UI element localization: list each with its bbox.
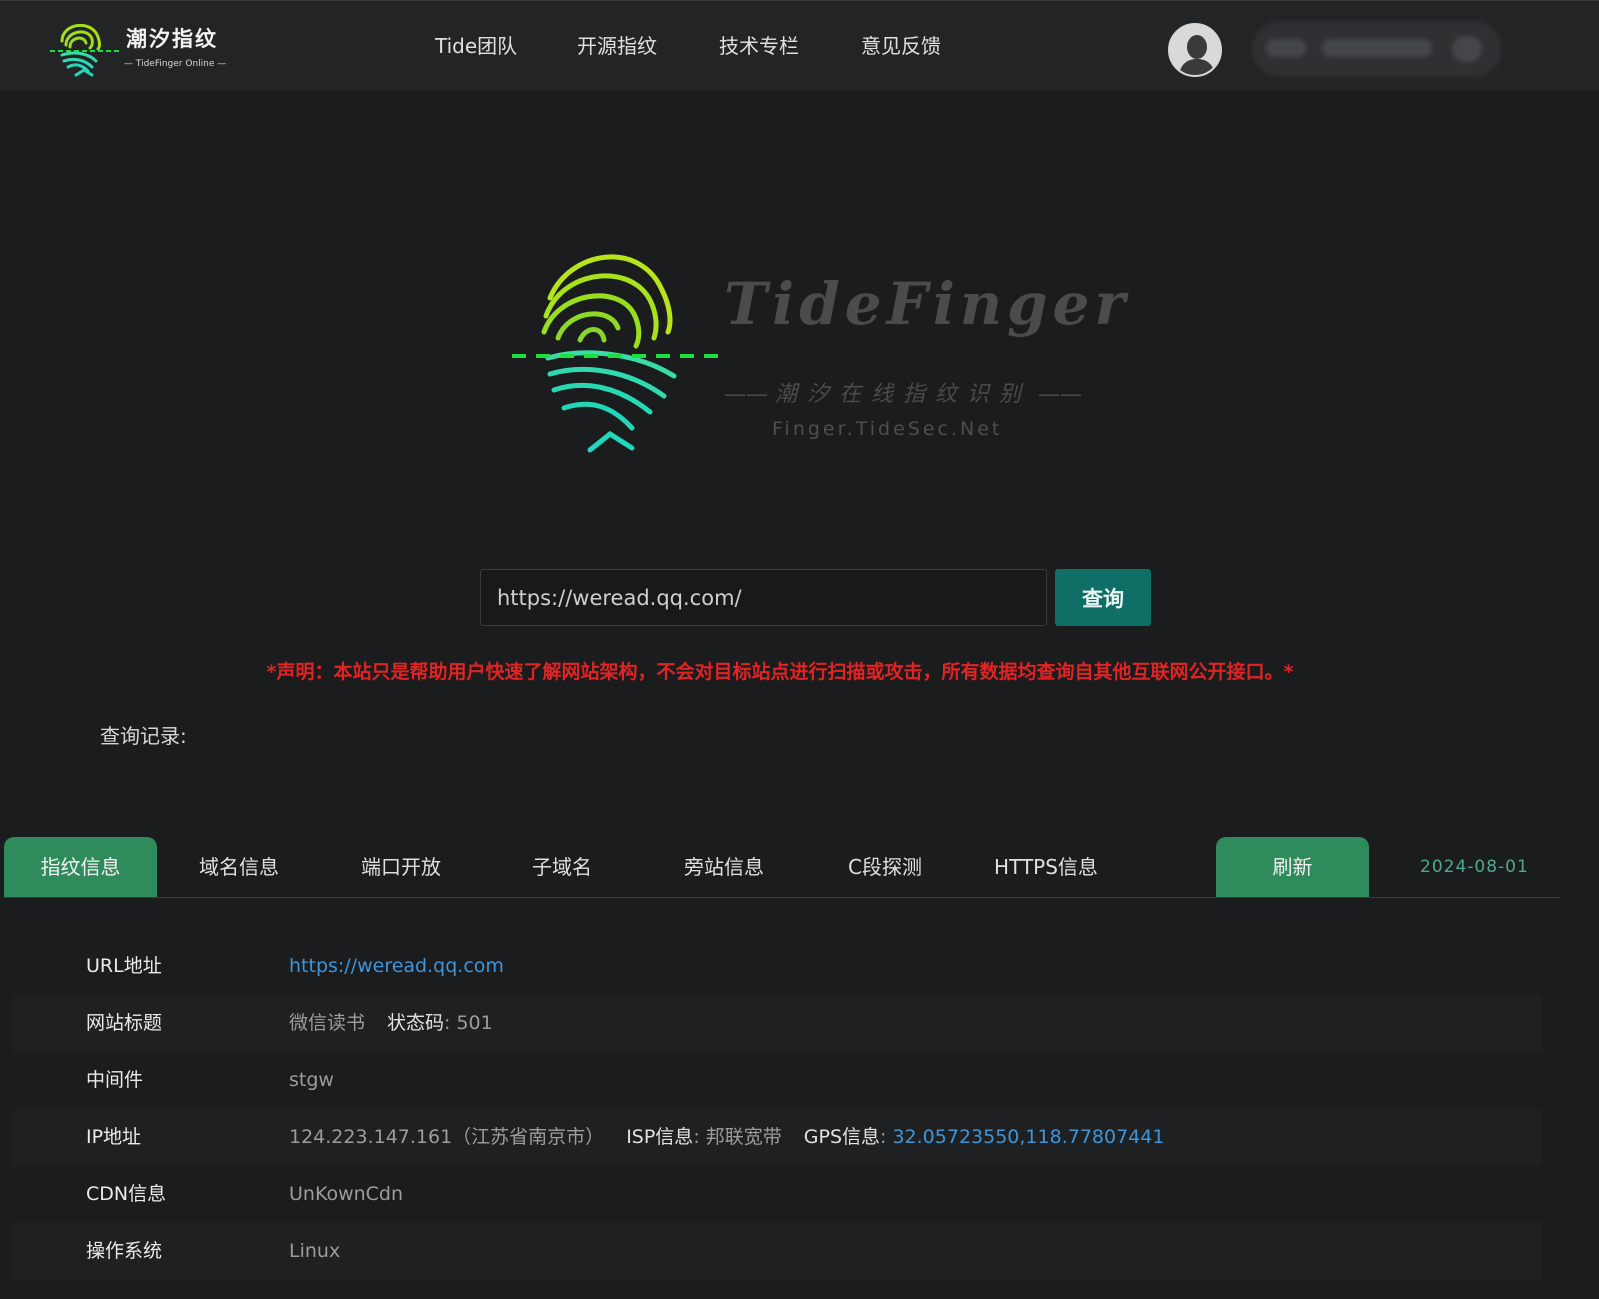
isp-value: : 邦联宽带 <box>693 1126 782 1148</box>
info-row-os: 操作系统 Linux <box>12 1223 1542 1280</box>
middleware-value: stgw <box>289 1069 334 1091</box>
info-label: 网站标题 <box>86 1012 163 1034</box>
query-button[interactable]: 查询 <box>1055 569 1151 626</box>
info-row-cdn: CDN信息 UnKownCdn <box>12 1166 1542 1223</box>
search-input[interactable] <box>480 569 1047 626</box>
top-navbar: 潮汐指纹 — TideFinger Online — Tide团队 开源指纹 技… <box>0 0 1599 91</box>
info-label: CDN信息 <box>86 1183 167 1205</box>
tab-side-sites[interactable]: 旁站信息 <box>649 837 799 897</box>
info-row-ip: IP地址 124.223.147.161（江苏省南京市） ISP信息: 邦联宽带 G… <box>12 1109 1542 1166</box>
info-label: IP地址 <box>86 1126 142 1148</box>
info-row-middleware: 中间件 stgw <box>12 1052 1542 1109</box>
hero-logo: TideFinger —— 潮汐在线指纹识别 —— Finger.TideSec… <box>510 240 1125 470</box>
status-code-value: : 501 <box>444 1012 493 1034</box>
tab-subdomains[interactable]: 子域名 <box>487 837 637 897</box>
large-fingerprint-icon <box>512 254 728 453</box>
main-nav: Tide团队 开源指纹 技术专栏 意见反馈 <box>418 1 986 92</box>
fingerprint-logo-icon <box>50 23 120 77</box>
avatar[interactable] <box>1168 23 1222 77</box>
hero-subtitle: —— 潮汐在线指纹识别 —— <box>724 382 1083 407</box>
nav-item-feedback[interactable]: 意见反馈 <box>844 1 986 92</box>
tab-https-info[interactable]: HTTPS信息 <box>966 837 1126 897</box>
info-label: 中间件 <box>86 1069 144 1091</box>
url-link[interactable]: https://weread.qq.com <box>289 955 504 977</box>
brand-subtitle: — TideFinger Online — <box>124 59 227 69</box>
user-silhouette-icon <box>1170 25 1220 75</box>
os-value: Linux <box>289 1240 341 1262</box>
nav-item-open-source-fingerprint[interactable]: 开源指纹 <box>560 1 702 92</box>
tab-fingerprint-info[interactable]: 指纹信息 <box>4 837 157 897</box>
ip-value: 124.223.147.161（江苏省南京市） <box>289 1126 605 1148</box>
info-row-url: URL地址 https://weread.qq.com <box>12 938 1542 995</box>
tab-c-segment[interactable]: C段探测 <box>810 837 960 897</box>
nav-item-tech-column[interactable]: 技术专栏 <box>702 1 844 92</box>
info-label: 操作系统 <box>86 1240 163 1262</box>
hero-url: Finger.TideSec.Net <box>772 418 1003 440</box>
refresh-button[interactable]: 刷新 <box>1216 837 1369 897</box>
hero-title: TideFinger <box>724 270 1131 338</box>
fingerprint-info-table: URL地址 https://weread.qq.com 网站标题 微信读书 状态码… <box>12 938 1542 1280</box>
query-history-label: 查询记录: <box>100 724 187 748</box>
brand-logo[interactable]: 潮汐指纹 — TideFinger Online — <box>48 15 238 85</box>
username-redacted[interactable] <box>1252 21 1502 77</box>
query-date: 2024-08-01 <box>1420 857 1529 877</box>
status-code-key: 状态码 <box>387 1012 445 1034</box>
tab-domain-info[interactable]: 域名信息 <box>164 837 314 897</box>
gps-key: GPS信息 <box>803 1126 881 1148</box>
disclaimer-notice: *声明：本站只是帮助用户快速了解网站架构，不会对目标站点进行扫描或攻击，所有数据… <box>266 661 1294 683</box>
isp-key: ISP信息 <box>626 1126 694 1148</box>
result-tabs: 指纹信息 域名信息 端口开放 子域名 旁站信息 C段探测 HTTPS信息 刷新 … <box>4 837 1560 898</box>
gps-separator: : <box>880 1126 893 1148</box>
site-title-value: 微信读书 <box>289 1012 366 1034</box>
gps-link[interactable]: 32.05723550,118.77807441 <box>892 1126 1164 1148</box>
nav-item-tide-team[interactable]: Tide团队 <box>418 1 560 92</box>
cdn-value: UnKownCdn <box>289 1183 404 1205</box>
info-row-title: 网站标题 微信读书 状态码: 501 <box>12 995 1542 1052</box>
tab-open-ports[interactable]: 端口开放 <box>326 837 476 897</box>
info-label: URL地址 <box>86 955 162 977</box>
brand-name: 潮汐指纹 <box>126 27 218 51</box>
